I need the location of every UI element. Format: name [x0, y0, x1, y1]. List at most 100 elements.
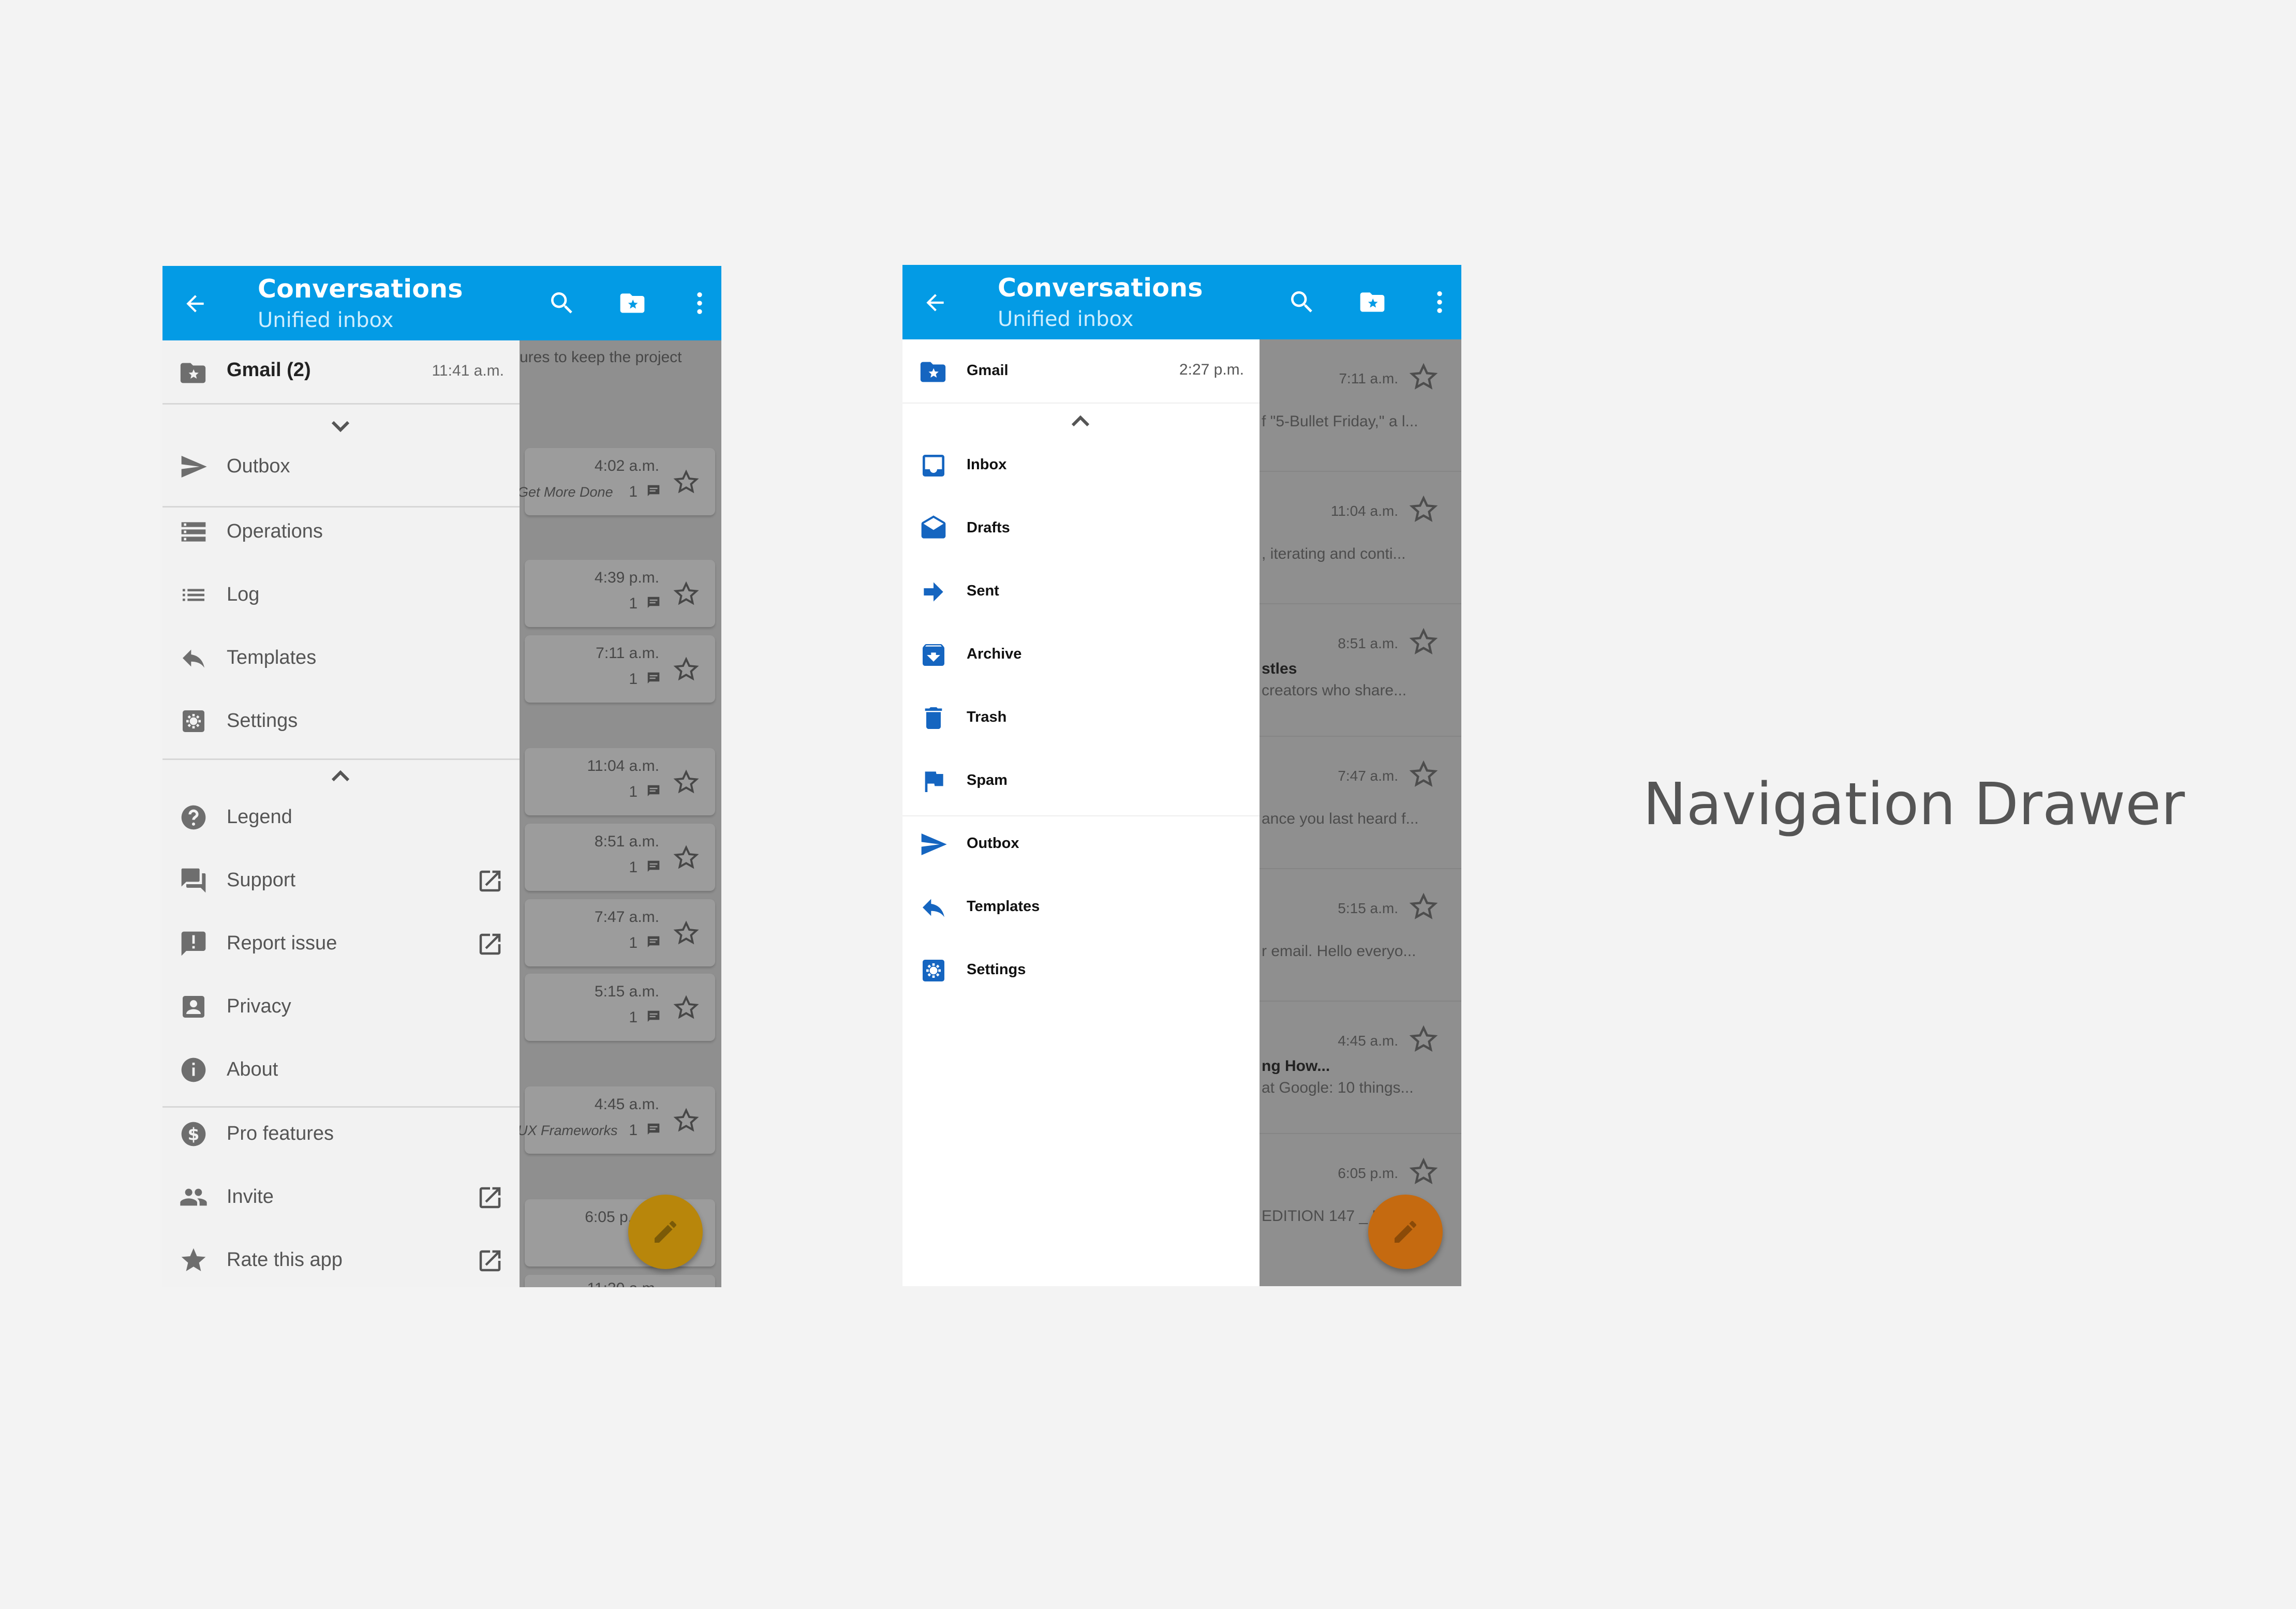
more-vert-icon[interactable] — [685, 289, 714, 318]
star-outline-icon[interactable] — [1409, 1024, 1439, 1054]
conversation-card[interactable]: 8:51 a.m. 1 — [525, 824, 715, 891]
drawer-item-outbox[interactable]: Outbox — [902, 813, 1260, 875]
drawer-item-templates[interactable]: Templates — [162, 627, 520, 689]
open-in-new-icon — [479, 1187, 501, 1209]
conversation-card[interactable]: 4:39 p.m. 1 — [525, 560, 715, 627]
drawer-item-operations[interactable]: Operations — [162, 501, 520, 563]
settings-icon — [183, 710, 204, 732]
folder-star-icon — [920, 362, 946, 382]
comment-icon — [647, 936, 660, 947]
account-box-icon — [183, 996, 204, 1018]
account-header[interactable]: Gmail (2) 11:41 a.m. — [162, 340, 520, 405]
comment-icon — [647, 785, 660, 796]
star-outline-icon[interactable] — [673, 580, 700, 607]
card-snippet: Get More Done — [517, 484, 613, 500]
conversation-card[interactable]: 7:47 a.m. 1 — [525, 899, 715, 966]
drawer-item-label: Outbox — [967, 835, 1019, 852]
drawer-item-label: Outbox — [227, 455, 290, 477]
drawer-item-drafts[interactable]: Drafts — [902, 498, 1260, 560]
drawer-item-templates[interactable]: Templates — [902, 876, 1260, 938]
drawer-item-pro-features[interactable]: $ Pro features — [162, 1103, 520, 1165]
account-header[interactable]: Gmail 2:27 p.m. — [902, 339, 1260, 404]
row-time: 8:51 a.m. — [1338, 635, 1398, 651]
star-outline-icon[interactable] — [673, 844, 700, 871]
star-outline-icon[interactable] — [1409, 892, 1439, 922]
conversation-card[interactable]: 11:04 a.m. 1 — [525, 748, 715, 815]
page-heading: Navigation Drawer — [1643, 771, 2185, 838]
trash-icon — [925, 707, 942, 729]
drawer-item-sent[interactable]: Sent — [902, 561, 1260, 623]
star-outline-icon[interactable] — [673, 469, 700, 496]
conversation-card[interactable]: 4:02 a.m. Get More Done 1 — [517, 448, 715, 515]
star-outline-icon[interactable] — [1409, 627, 1439, 657]
folder-star-icon[interactable] — [618, 289, 647, 318]
drawer-item-label: Sent — [967, 583, 999, 599]
drawer-item-rate-app[interactable]: Rate this app — [162, 1229, 520, 1287]
folder-star-icon[interactable] — [1358, 288, 1387, 317]
drawer-item-label: Drafts — [967, 519, 1010, 536]
drawer-item-report-issue[interactable]: Report issue — [162, 913, 520, 975]
card-count: 1 — [629, 1122, 638, 1139]
star-outline-icon[interactable] — [1409, 495, 1439, 525]
app-bar: Conversations Unified inbox — [902, 265, 1461, 339]
conversation-card[interactable]: 4:45 a.m. UX Frameworks 1 — [517, 1086, 715, 1154]
row-snippet: creators who share... — [1262, 682, 1407, 699]
send-icon — [181, 456, 207, 478]
card-snippet: UX Frameworks — [517, 1123, 618, 1138]
drawer-item-settings[interactable]: Settings — [162, 690, 520, 752]
back-arrow-icon[interactable] — [182, 291, 208, 317]
drawer-item-trash[interactable]: Trash — [902, 687, 1260, 749]
drawer-item-label: Rate this app — [227, 1249, 343, 1271]
drawer-item-archive[interactable]: Archive — [902, 624, 1260, 686]
star-outline-icon[interactable] — [673, 920, 700, 947]
row-snippet: f "5-Bullet Friday," a l... — [1262, 413, 1418, 430]
drawer-item-label: Report issue — [227, 932, 337, 954]
drawer-item-settings[interactable]: Settings — [902, 940, 1260, 1002]
star-outline-icon[interactable] — [673, 769, 700, 796]
drawer-item-privacy[interactable]: Privacy — [162, 976, 520, 1038]
drawer-item-support[interactable]: Support — [162, 850, 520, 912]
conversation-card[interactable]: 5:15 a.m. 1 — [525, 974, 715, 1041]
drawer-item-outbox[interactable]: Outbox — [162, 436, 520, 498]
drawer-item-invite[interactable]: Invite — [162, 1166, 520, 1228]
drawer-item-label: Operations — [227, 520, 323, 542]
forum-icon — [181, 868, 206, 893]
row-snippet: , iterating and conti... — [1262, 545, 1406, 562]
settings-icon — [923, 960, 944, 981]
star-outline-icon[interactable] — [1409, 362, 1439, 392]
chevron-up-icon[interactable] — [325, 765, 356, 785]
star-outline-icon[interactable] — [1409, 1157, 1439, 1187]
account-time: 2:27 p.m. — [1179, 361, 1244, 378]
star-outline-icon[interactable] — [673, 656, 700, 683]
account-time: 11:41 a.m. — [432, 362, 504, 379]
chevron-down-icon[interactable] — [325, 417, 356, 438]
row-time: 7:47 a.m. — [1338, 768, 1398, 784]
drawer-item-label: About — [227, 1059, 278, 1080]
snippet-text: ures to keep the project — [520, 349, 682, 366]
search-icon[interactable] — [547, 289, 576, 318]
drawer-item-log[interactable]: Log — [162, 564, 520, 626]
back-arrow-icon[interactable] — [922, 290, 948, 316]
drafts-icon — [921, 515, 946, 539]
drawer-item-spam[interactable]: Spam — [902, 750, 1260, 812]
drawer-item-about[interactable]: About — [162, 1039, 520, 1101]
star-outline-icon[interactable] — [673, 994, 700, 1021]
star-outline-icon[interactable] — [673, 1107, 700, 1134]
more-vert-icon[interactable] — [1425, 288, 1454, 317]
row-time: 5:15 a.m. — [1338, 900, 1398, 916]
drawer-item-inbox[interactable]: Inbox — [902, 435, 1260, 497]
chevron-up-icon[interactable] — [1065, 410, 1096, 430]
compose-fab[interactable] — [1368, 1195, 1443, 1269]
drawer-item-legend[interactable]: Legend — [162, 786, 520, 848]
conversation-card[interactable]: 7:11 a.m. 1 — [525, 635, 715, 703]
drawer-item-label: Log — [227, 584, 260, 605]
account-name: Gmail (2) — [227, 359, 311, 381]
reply-icon — [183, 649, 204, 668]
card-count: 1 — [629, 595, 638, 612]
star-outline-icon[interactable] — [1409, 759, 1439, 789]
search-icon[interactable] — [1287, 288, 1316, 317]
conversation-card[interactable]: 11:30 a.m. — [525, 1275, 715, 1287]
drawer-item-label: Trash — [967, 709, 1007, 725]
compose-fab[interactable] — [628, 1195, 703, 1269]
card-time: 4:02 a.m. — [594, 457, 659, 474]
